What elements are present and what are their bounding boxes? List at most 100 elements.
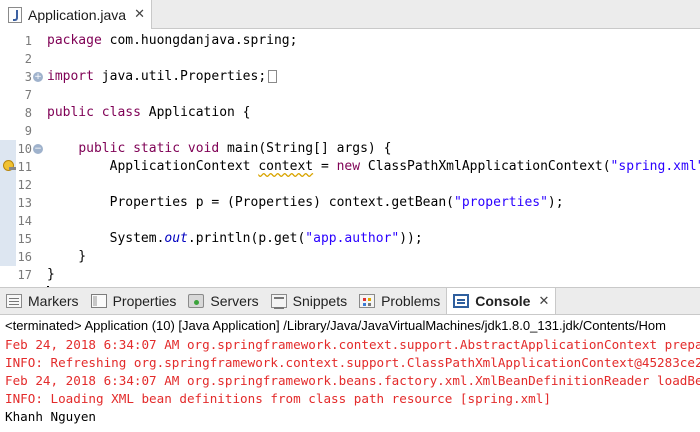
editor-tab-application-java[interactable]: Application.java ✕ (0, 0, 152, 29)
code-token: Properties p = (Properties) context.getB… (47, 195, 454, 210)
code-line[interactable]: 7 (0, 86, 700, 104)
code-token: "properties" (454, 195, 548, 210)
tab-problems[interactable]: Problems (353, 288, 446, 314)
line-number: 13 (17, 196, 32, 210)
code-line[interactable]: 16 } (0, 248, 700, 266)
tab-markers[interactable]: Markers (0, 288, 85, 314)
line-number: 8 (24, 106, 32, 120)
tab-console[interactable]: Console ✕ (446, 288, 557, 314)
folded-imports-icon[interactable] (268, 70, 278, 83)
code-token: java.util.Properties; (93, 69, 267, 84)
code-text: Properties p = (Properties) context.getB… (47, 194, 564, 212)
code-line[interactable]: 15 System.out.println(p.get("app.author"… (0, 230, 700, 248)
tab-snippets-label: Snippets (292, 293, 348, 309)
code-editor[interactable]: 1 package com.huongdanjava.spring; 2 3 + impo… (0, 29, 700, 300)
code-line[interactable]: 9 (0, 122, 700, 140)
line-number: 2 (24, 52, 32, 66)
code-token: public (78, 141, 126, 156)
tab-properties-label: Properties (112, 293, 177, 309)
problems-icon (359, 294, 376, 308)
tab-properties[interactable]: Properties (85, 288, 183, 314)
code-text: } (47, 248, 86, 266)
console-line: INFO: Refreshing org.springframework.con… (5, 355, 700, 370)
code-text: import java.util.Properties; (47, 68, 278, 86)
code-token: System. (47, 231, 165, 246)
tab-servers[interactable]: Servers (182, 288, 264, 314)
code-text: } (47, 266, 55, 284)
tab-servers-label: Servers (210, 293, 259, 309)
code-token: } (47, 267, 55, 282)
line-number: 9 (24, 124, 32, 138)
code-line[interactable]: 17} (0, 266, 700, 284)
editor-tab-bar: Application.java ✕ (0, 0, 700, 29)
code-token: .println(p.get( (187, 231, 306, 246)
views-tab-bar: Markers Properties Servers Snippets Prob… (0, 287, 700, 315)
code-line[interactable]: 3 + import java.util.Properties; (0, 68, 700, 86)
line-number: 14 (17, 214, 32, 228)
console-header: <terminated> Application (10) [Java Appl… (5, 318, 666, 333)
line-number: 11 (17, 160, 32, 174)
tab-problems-label: Problems (381, 293, 441, 309)
code-token: class (101, 105, 141, 120)
code-token: package (47, 33, 102, 48)
code-token: out (164, 231, 188, 246)
console-output[interactable]: <terminated> Application (10) [Java Appl… (0, 315, 700, 432)
close-console-icon[interactable]: ✕ (538, 294, 549, 309)
code-line[interactable]: 2 (0, 50, 700, 68)
tab-markers-label: Markers (28, 293, 79, 309)
code-line[interactable]: 8 public class Application { (0, 104, 700, 122)
expand-fold-icon[interactable]: + (33, 72, 43, 82)
properties-icon (90, 294, 107, 308)
code-text: package com.huongdanjava.spring; (47, 32, 297, 50)
code-line[interactable]: 13 Properties p = (Properties) context.g… (0, 194, 700, 212)
code-token: "spring.xml" (610, 159, 700, 174)
console-line: Khanh Nguyen (5, 409, 96, 424)
markers-icon (6, 294, 22, 308)
snippets-icon (270, 294, 287, 309)
code-token: ApplicationContext (47, 159, 259, 174)
line-number: 1 (24, 34, 32, 48)
code-line[interactable]: 12 (0, 176, 700, 194)
collapse-fold-icon[interactable]: − (33, 144, 43, 154)
line-number: 16 (17, 250, 32, 264)
servers-icon (188, 294, 205, 308)
code-token: ); (547, 195, 564, 210)
code-token: import (47, 69, 94, 84)
code-token: public (47, 105, 94, 120)
code-token: main(String[] args) { (219, 141, 392, 156)
tab-console-label: Console (475, 293, 531, 309)
console-line: Feb 24, 2018 6:34:07 AM org.springframew… (5, 373, 700, 388)
code-line[interactable]: 10− public static void main(String[] arg… (0, 140, 700, 158)
line-number: 7 (24, 88, 32, 102)
code-token: = (313, 159, 337, 174)
code-line[interactable]: 1 package com.huongdanjava.spring; (0, 32, 700, 50)
editor-tab-label: Application.java (28, 6, 127, 23)
tab-snippets[interactable]: Snippets (265, 288, 353, 314)
code-token: static (133, 141, 181, 156)
code-token: } (47, 249, 87, 264)
line-number: 17 (17, 268, 32, 282)
console-line: Feb 24, 2018 6:34:07 AM org.springframew… (5, 337, 700, 352)
code-text: public static void main(String[] args) { (47, 140, 391, 158)
code-text: public class Application { (47, 104, 251, 122)
line-number: 10 (17, 142, 32, 156)
line-number: 12 (17, 178, 32, 192)
line-number: 3 (24, 70, 32, 84)
code-line[interactable]: 11 ApplicationContext context = new Clas… (0, 158, 700, 176)
line-number: 15 (17, 232, 32, 246)
code-text: System.out.println(p.get("app.author")); (47, 230, 423, 248)
console-line: INFO: Loading XML bean definitions from … (5, 391, 551, 406)
code-token: context (258, 159, 314, 174)
console-icon (453, 294, 470, 308)
code-token: Application { (140, 105, 251, 120)
close-tab-icon[interactable]: ✕ (134, 7, 145, 22)
code-token: void (187, 141, 220, 156)
java-file-icon (8, 6, 22, 23)
code-token: new (336, 159, 361, 174)
code-line[interactable]: 14 (0, 212, 700, 230)
code-token: "app.author" (305, 231, 400, 246)
